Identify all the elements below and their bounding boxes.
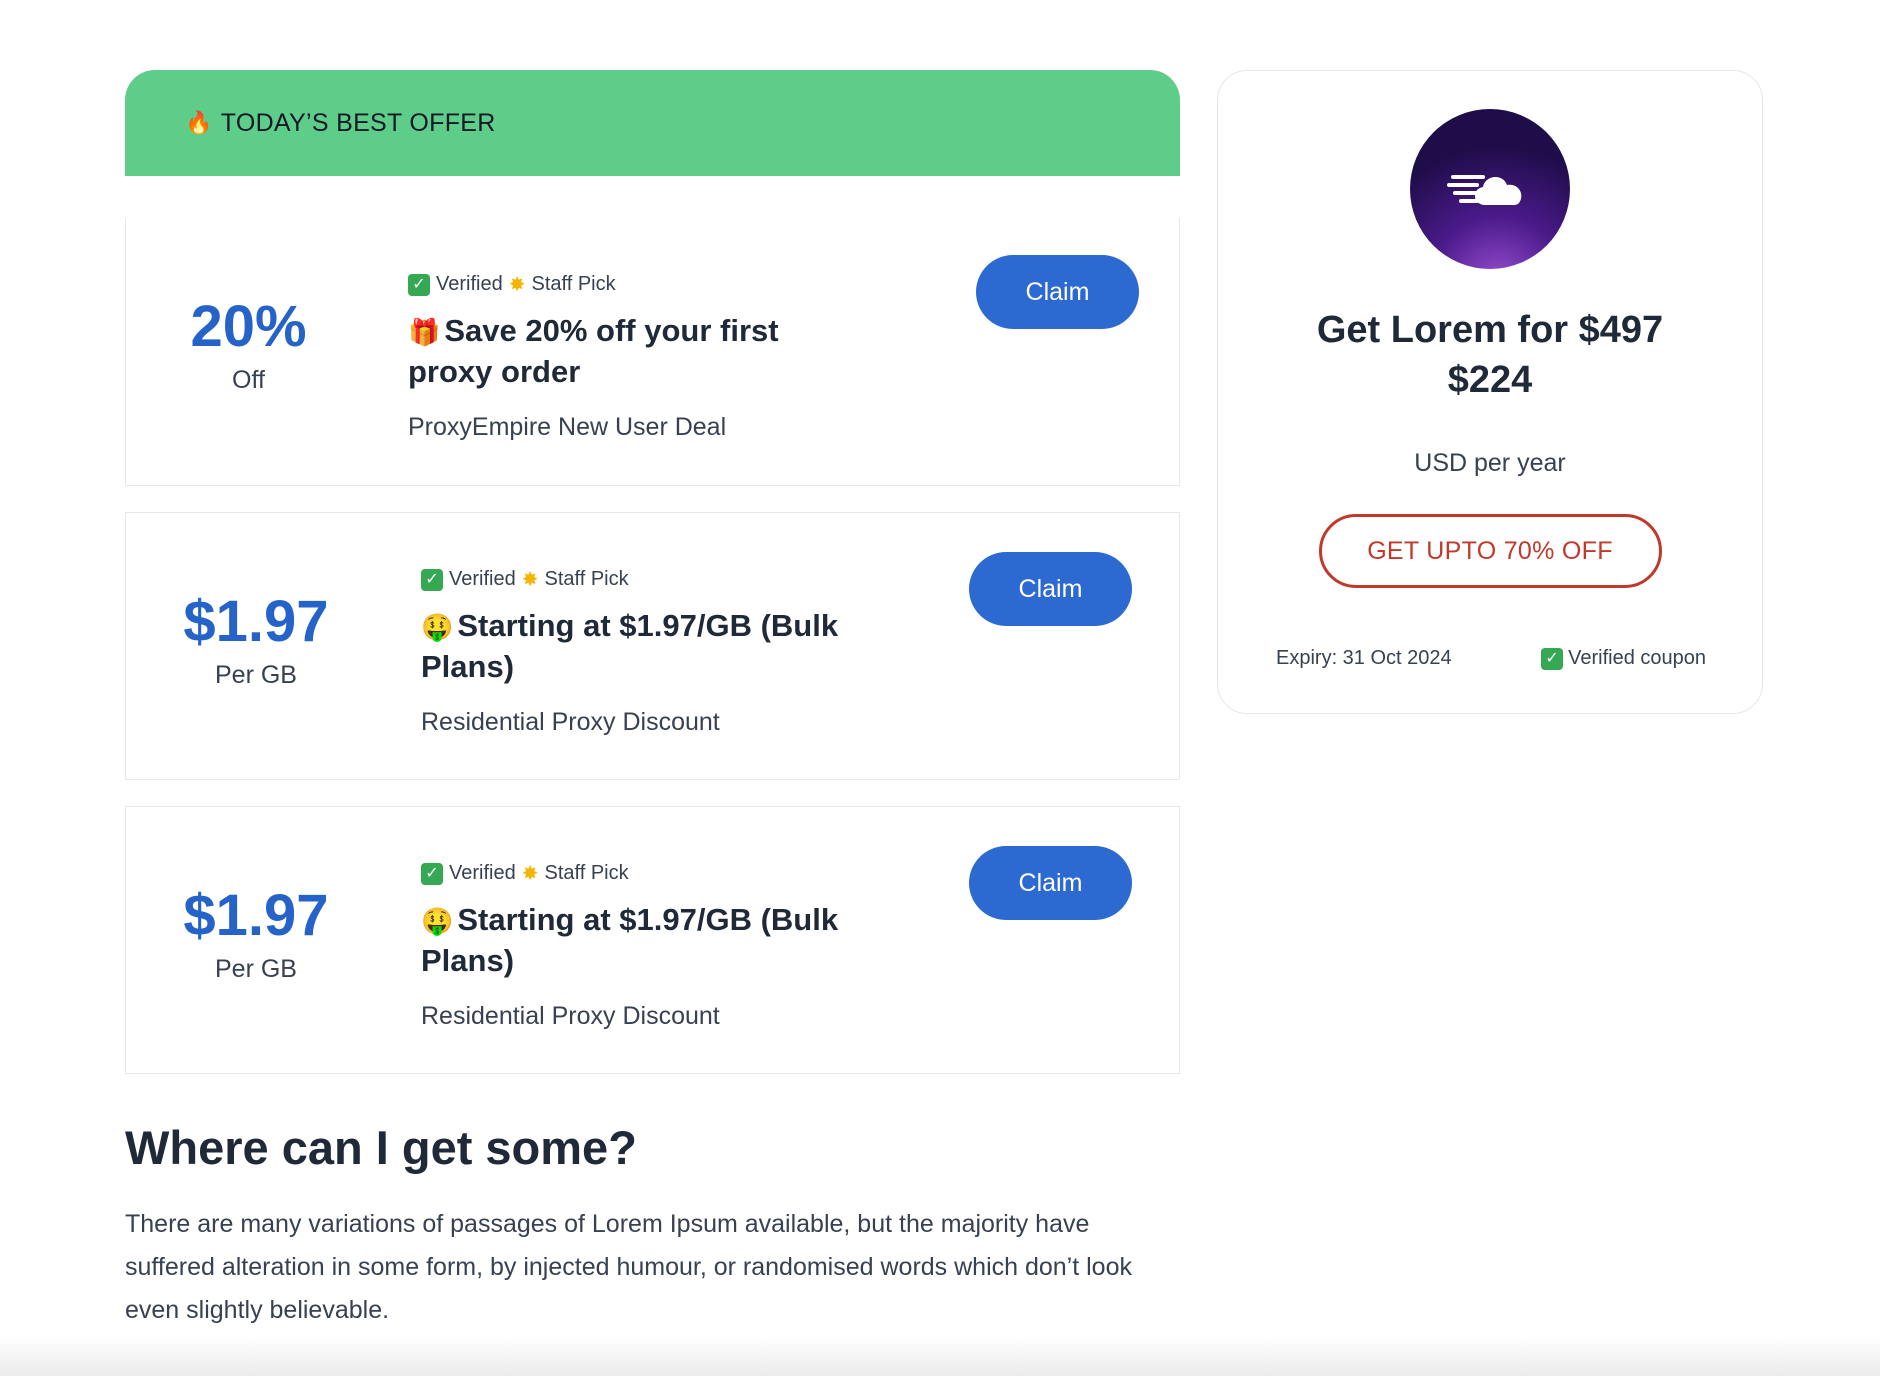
gift-icon: 🎁 bbox=[408, 317, 441, 347]
star-icon: ✸ bbox=[521, 569, 539, 591]
offers-column: 🔥 TODAY’S BEST OFFER 20% Off ✓ Verified … bbox=[125, 70, 1180, 1332]
offer-title: Save 20% off your first proxy order bbox=[408, 313, 779, 389]
best-offer-banner: 🔥 TODAY’S BEST OFFER bbox=[125, 70, 1180, 176]
offer-subtitle: Residential Proxy Discount bbox=[421, 1002, 720, 1030]
check-icon: ✓ bbox=[421, 568, 443, 591]
deal-title-line1: Get Lorem for $497 bbox=[1316, 309, 1664, 351]
fire-icon: 🔥 bbox=[185, 110, 213, 135]
offer-amount-block: $1.97 Per GB bbox=[126, 887, 386, 984]
staff-pick-label: Staff Pick bbox=[531, 273, 616, 295]
check-icon: ✓ bbox=[1541, 647, 1564, 670]
deal-footer: Expiry: 31 Oct 2024 ✓ Verified coupon bbox=[1276, 647, 1706, 670]
offer-title: Starting at $1.97/GB (Bulk Plans) bbox=[421, 608, 839, 684]
bottom-fade bbox=[0, 1336, 1880, 1376]
banner-label: TODAY’S BEST OFFER bbox=[220, 108, 496, 137]
deal-unit: USD per year bbox=[1414, 449, 1566, 477]
deal-title: Get Lorem for $497 $224 bbox=[1218, 305, 1762, 405]
claim-button[interactable]: Claim bbox=[976, 255, 1139, 329]
offer-card: 20% Off ✓ Verified ✸ Staff Pick 🎁 Save 20… bbox=[125, 218, 1180, 486]
offer-unit: Off bbox=[232, 366, 265, 394]
claim-button[interactable]: Claim bbox=[969, 552, 1132, 626]
verified-label: Verified bbox=[449, 568, 516, 590]
star-icon: ✸ bbox=[521, 863, 539, 885]
verified-label: Verified bbox=[436, 273, 503, 295]
offer-title-row: 🎁 Save 20% off your first proxy order bbox=[408, 311, 838, 391]
offer-subtitle: Residential Proxy Discount bbox=[421, 708, 720, 736]
verified-coupon-label: Verified coupon bbox=[1568, 647, 1706, 669]
expiry-label: Expiry: 31 Oct 2024 bbox=[1276, 647, 1452, 669]
check-icon: ✓ bbox=[408, 273, 430, 296]
verified-coupon: ✓ Verified coupon bbox=[1541, 647, 1706, 670]
star-icon: ✸ bbox=[508, 274, 526, 296]
offer-details: ✓ Verified ✸ Staff Pick 🎁 Save 20% off yo… bbox=[408, 272, 838, 442]
offer-title-row: 🤑 Starting at $1.97/GB (Bulk Plans) bbox=[421, 900, 851, 980]
deal-sidebar-card: Get Lorem for $497 $224 USD per year GET… bbox=[1217, 70, 1763, 714]
article-heading: Where can I get some? bbox=[125, 1121, 637, 1174]
offer-amount-block: $1.97 Per GB bbox=[126, 593, 386, 690]
offer-amount: $1.97 bbox=[183, 589, 329, 654]
claim-button[interactable]: Claim bbox=[969, 846, 1132, 920]
deal-price: $224 bbox=[1447, 359, 1533, 401]
offer-card: $1.97 Per GB ✓ Verified ✸ Staff Pick 🤑 St… bbox=[125, 806, 1180, 1074]
offer-badges: ✓ Verified ✸ Staff Pick bbox=[408, 272, 838, 297]
offer-badges: ✓ Verified ✸ Staff Pick bbox=[421, 861, 851, 886]
staff-pick-label: Staff Pick bbox=[544, 568, 629, 590]
offer-unit: Per GB bbox=[215, 955, 297, 983]
offer-amount: $1.97 bbox=[183, 883, 329, 948]
offer-badges: ✓ Verified ✸ Staff Pick bbox=[421, 567, 851, 592]
staff-pick-label: Staff Pick bbox=[544, 862, 629, 884]
offer-details: ✓ Verified ✸ Staff Pick 🤑 Starting at $1.… bbox=[421, 861, 851, 1031]
offer-amount-block: 20% Off bbox=[126, 298, 371, 395]
offer-unit: Per GB bbox=[215, 661, 297, 689]
check-icon: ✓ bbox=[421, 862, 443, 885]
offer-details: ✓ Verified ✸ Staff Pick 🤑 Starting at $1.… bbox=[421, 567, 851, 737]
money-face-icon: 🤑 bbox=[421, 612, 454, 642]
money-face-icon: 🤑 bbox=[421, 906, 454, 936]
offer-subtitle: ProxyEmpire New User Deal bbox=[408, 413, 727, 441]
verified-label: Verified bbox=[449, 862, 516, 884]
offer-amount: 20% bbox=[190, 294, 307, 359]
article-paragraph: There are many variations of passages of… bbox=[125, 1210, 1132, 1324]
offer-title-row: 🤑 Starting at $1.97/GB (Bulk Plans) bbox=[421, 606, 851, 686]
offer-card: $1.97 Per GB ✓ Verified ✸ Staff Pick 🤑 St… bbox=[125, 512, 1180, 780]
cloud-speed-icon bbox=[1410, 109, 1570, 269]
get-discount-button[interactable]: GET UPTO 70% OFF bbox=[1318, 514, 1662, 588]
offer-title: Starting at $1.97/GB (Bulk Plans) bbox=[421, 902, 839, 978]
